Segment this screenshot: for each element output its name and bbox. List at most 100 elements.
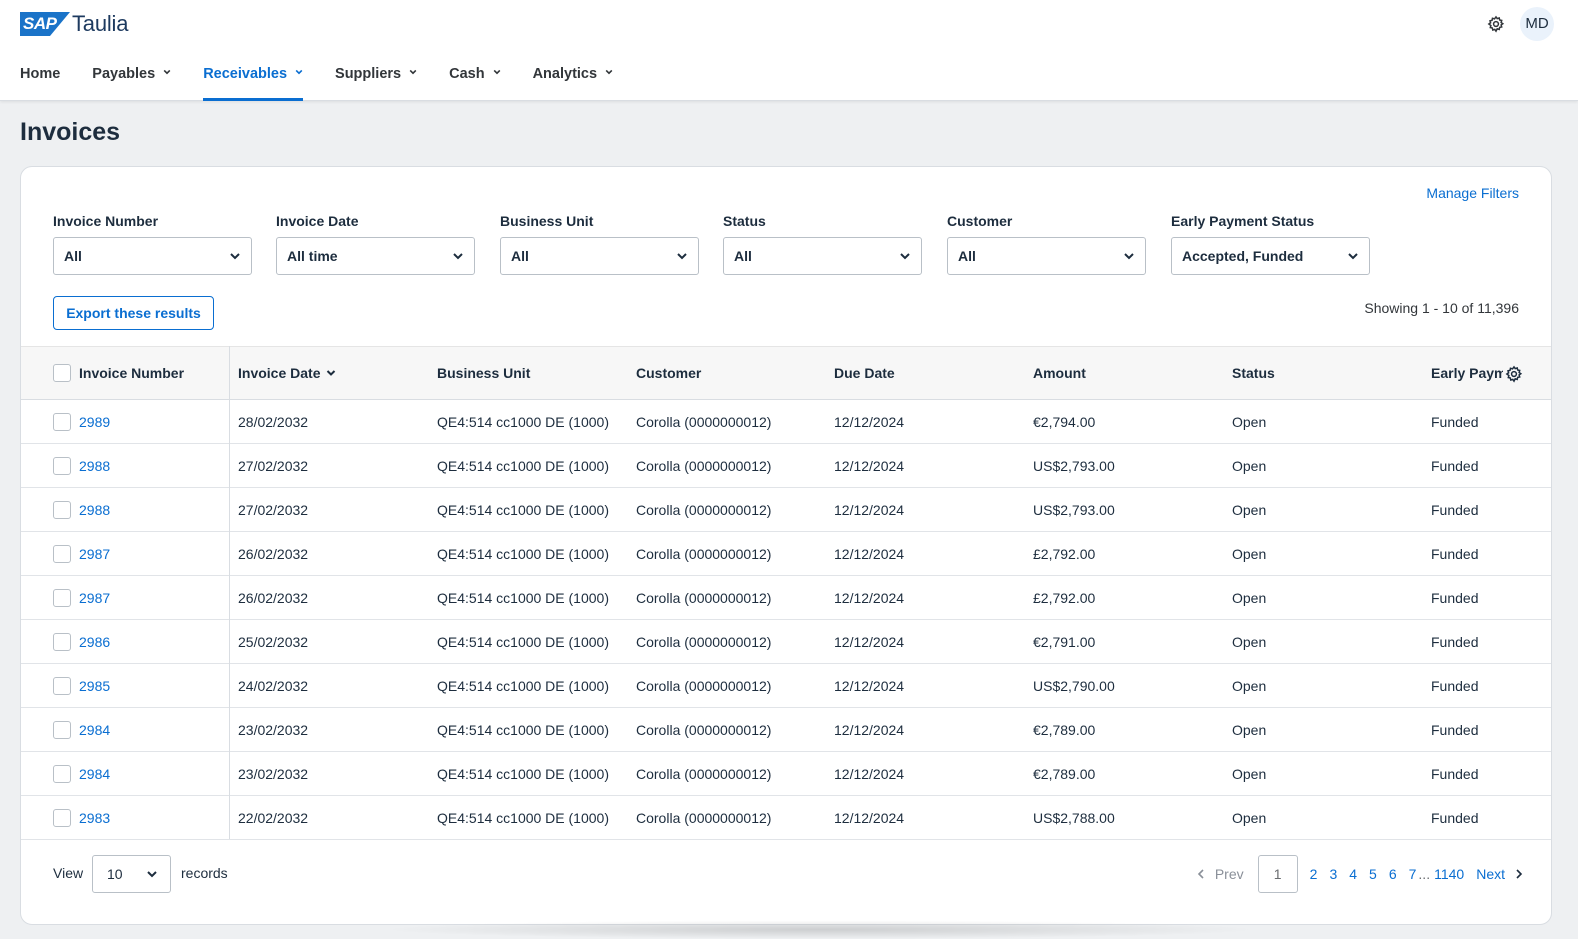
nav-analytics[interactable]: Analytics [533, 60, 613, 101]
manage-filters-link[interactable]: Manage Filters [1426, 185, 1519, 201]
invoice-number-link[interactable]: 2984 [79, 752, 110, 795]
prev-page-button[interactable]: Prev [1197, 866, 1244, 882]
business-unit: QE4:514 cc1000 DE (1000) [437, 457, 609, 474]
row-checkbox[interactable] [53, 808, 71, 827]
row-select-cell [53, 620, 71, 663]
nav-receivables[interactable]: Receivables [203, 60, 303, 101]
row-checkbox[interactable] [53, 544, 71, 563]
nav-suppliers[interactable]: Suppliers [335, 60, 417, 101]
page-link-last[interactable]: 1140 [1434, 866, 1464, 882]
due-date: 12/12/2024 [834, 589, 905, 606]
status: Open [1232, 809, 1267, 826]
row-checkbox[interactable] [53, 720, 71, 739]
brand-name: Taulia [72, 11, 129, 36]
status: Open [1232, 633, 1267, 650]
due-date: 12/12/2024 [834, 677, 905, 694]
status: Open [1232, 457, 1267, 474]
early-payment-status: Funded [1431, 457, 1479, 474]
page-link-6[interactable]: 6 [1389, 866, 1397, 882]
row-checkbox[interactable] [53, 456, 71, 475]
user-avatar[interactable]: MD [1520, 7, 1554, 41]
settings-gear-icon[interactable] [1487, 15, 1505, 33]
amount: US$2,793.00 [1033, 501, 1115, 518]
pagination: Prev 1 2 3 4 5 6 7 ... 1140 Next [1197, 855, 1523, 893]
column-settings-gear-icon[interactable] [1505, 365, 1523, 383]
current-page-input[interactable]: 1 [1257, 855, 1298, 893]
col-status[interactable]: Status [1232, 347, 1275, 399]
col-business-unit[interactable]: Business Unit [437, 347, 530, 399]
col-invoice-number[interactable]: Invoice Number [79, 347, 184, 399]
scroll-shadow [380, 920, 1260, 939]
business-unit: QE4:514 cc1000 DE (1000) [437, 677, 609, 694]
sort-descending-icon [327, 370, 336, 376]
invoice-date-select[interactable]: All time [276, 237, 475, 275]
due-date: 12/12/2024 [834, 501, 905, 518]
amount: US$2,793.00 [1033, 457, 1115, 474]
business-unit-select[interactable]: All [500, 237, 699, 275]
page-link-3[interactable]: 3 [1329, 866, 1337, 882]
nav-cash[interactable]: Cash [449, 60, 500, 101]
row-checkbox[interactable] [53, 588, 71, 607]
business-unit: QE4:514 cc1000 DE (1000) [437, 633, 609, 650]
status-select[interactable]: All [723, 237, 922, 275]
invoice-number-link[interactable]: 2987 [79, 532, 110, 575]
status: Open [1232, 765, 1267, 782]
page-size-select[interactable]: 10 [92, 855, 171, 893]
invoice-number-link[interactable]: 2987 [79, 576, 110, 619]
table-row: 2986 25/02/2032 QE4:514 cc1000 DE (1000)… [21, 620, 1551, 664]
export-results-button[interactable]: Export these results [53, 296, 214, 330]
select-all-checkbox[interactable] [53, 364, 71, 382]
invoice-number-link[interactable]: 2986 [79, 620, 110, 663]
invoice-number-select[interactable]: All [53, 237, 252, 275]
filter-value: All time [287, 248, 338, 264]
row-checkbox[interactable] [53, 412, 71, 431]
invoices-table: Invoice Number Invoice Date Business Uni… [21, 346, 1551, 840]
row-checkbox[interactable] [53, 632, 71, 651]
invoice-number-link[interactable]: 2983 [79, 796, 110, 839]
invoice-number-link[interactable]: 2988 [79, 444, 110, 487]
due-date: 12/12/2024 [834, 721, 905, 738]
business-unit: QE4:514 cc1000 DE (1000) [437, 765, 609, 782]
page-link-2[interactable]: 2 [1310, 866, 1318, 882]
table-header: Invoice Number Invoice Date Business Uni… [21, 346, 1551, 400]
invoice-number-link[interactable]: 2985 [79, 664, 110, 707]
customer-select[interactable]: All [947, 237, 1146, 275]
invoice-number-link[interactable]: 2984 [79, 708, 110, 751]
filter-value: All [958, 248, 976, 264]
nav-home[interactable]: Home [20, 60, 60, 101]
chevron-down-icon [493, 69, 500, 75]
col-due-date[interactable]: Due Date [834, 347, 895, 399]
sap-taulia-logo[interactable]: SAP Taulia [20, 11, 129, 36]
page-link-7[interactable]: 7 [1409, 866, 1417, 882]
nav-home-label: Home [20, 66, 61, 82]
invoice-number-link[interactable]: 2988 [79, 488, 110, 531]
invoice-date: 27/02/2032 [238, 501, 309, 518]
page-link-5[interactable]: 5 [1369, 866, 1377, 882]
chevron-down-icon [1348, 253, 1358, 260]
col-early-payment[interactable]: Early Paym [1431, 347, 1503, 399]
business-unit: QE4:514 cc1000 DE (1000) [437, 501, 609, 518]
row-select-cell [53, 400, 71, 443]
filter-invoice-date: Invoice Date All time [276, 213, 475, 275]
nav-payables[interactable]: Payables [92, 60, 171, 101]
amount: €2,794.00 [1033, 413, 1096, 430]
invoice-number-link[interactable]: 2989 [79, 400, 110, 443]
row-checkbox[interactable] [53, 676, 71, 695]
status: Open [1232, 413, 1267, 430]
next-page-button[interactable]: Next [1476, 866, 1523, 882]
row-checkbox[interactable] [53, 500, 71, 519]
early-payment-status-select[interactable]: Accepted, Funded [1171, 237, 1370, 275]
col-customer[interactable]: Customer [636, 347, 701, 399]
chevron-down-icon [900, 253, 910, 260]
row-select-cell [53, 444, 71, 487]
main-nav: Home Payables Receivables Suppliers Cash… [20, 60, 645, 101]
due-date: 12/12/2024 [834, 633, 905, 650]
page-link-4[interactable]: 4 [1349, 866, 1357, 882]
col-invoice-date[interactable]: Invoice Date [238, 347, 336, 399]
row-checkbox[interactable] [53, 764, 71, 783]
early-payment-status: Funded [1431, 809, 1479, 826]
invoice-date: 28/02/2032 [238, 413, 309, 430]
next-label: Next [1476, 866, 1505, 882]
filter-label: Invoice Date [276, 213, 359, 229]
col-amount[interactable]: Amount [1033, 347, 1086, 399]
